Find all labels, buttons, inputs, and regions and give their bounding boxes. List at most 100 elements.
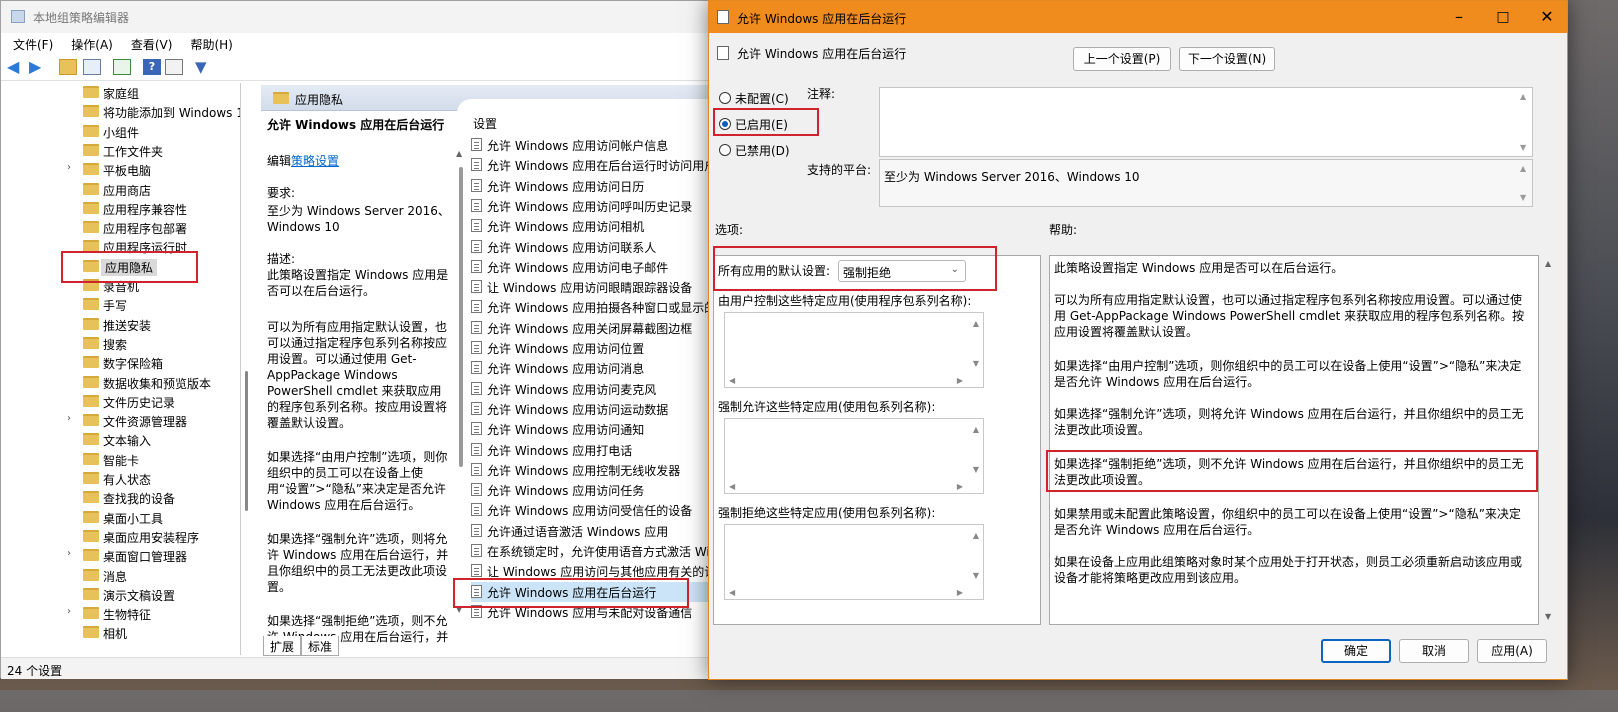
chevron-right-icon[interactable]: › (67, 162, 71, 173)
list2-scroll-right-icon[interactable]: ▶ (957, 482, 963, 491)
radio-disabled-label[interactable]: 已禁用(D) (735, 142, 790, 159)
tree-item[interactable]: 有人状态 (5, 469, 237, 488)
tree-item[interactable]: 数据收集和预览版本 (5, 373, 237, 392)
previous-setting-button[interactable]: 上一个设置(P) (1073, 47, 1171, 71)
tree-item[interactable]: 桌面小工具 (5, 508, 237, 527)
forward-arrow-icon[interactable]: ▶ (29, 59, 47, 75)
cancel-button[interactable]: 取消 (1399, 639, 1469, 663)
radio-not-configured-label[interactable]: 未配置(C) (735, 90, 789, 107)
list3-scroll-right-icon[interactable]: ▶ (957, 588, 963, 597)
tree-item[interactable]: 小组件 (5, 122, 237, 141)
scroll-up-icon[interactable]: ▲ (456, 149, 462, 158)
list2-scroll-left-icon[interactable]: ◀ (729, 482, 735, 491)
list3-scroll-left-icon[interactable]: ◀ (729, 588, 735, 597)
setting-label: 允许 Windows 应用访问相机 (487, 220, 645, 235)
back-arrow-icon[interactable]: ◀ (7, 59, 25, 75)
help-scrollbar[interactable]: ▲ ▼ (1543, 257, 1555, 623)
list1-scroll-left-icon[interactable]: ◀ (729, 376, 735, 385)
list1-scroll-right-icon[interactable]: ▶ (957, 376, 963, 385)
platform-scroll-down-icon[interactable]: ▼ (1520, 193, 1530, 202)
tree-item[interactable]: › 生物特征 (5, 604, 237, 623)
scroll-thumb[interactable] (459, 167, 463, 467)
folder-icon (83, 549, 99, 562)
tree-item[interactable]: 桌面应用安装程序 (5, 527, 237, 546)
list2-scroll-up-icon[interactable]: ▲ (973, 425, 979, 434)
list3-scroll-up-icon[interactable]: ▲ (973, 531, 979, 540)
platform-label: 支持的平台: (807, 163, 872, 177)
user-control-list[interactable]: ▲ ▼ ◀ ▶ (724, 312, 984, 388)
tree-item[interactable]: 智能卡 (5, 450, 237, 469)
comment-scroll-down-icon[interactable]: ▼ (1520, 143, 1530, 152)
force-allow-list[interactable]: ▲ ▼ ◀ ▶ (724, 418, 984, 494)
comment-field[interactable]: ▲ ▼ (879, 87, 1533, 157)
menu-view[interactable]: 查看(V) (119, 33, 179, 55)
tree-item[interactable]: 查找我的设备 (5, 488, 237, 507)
minimize-icon[interactable]: – (1449, 7, 1469, 27)
folder-icon (83, 472, 99, 484)
dialog-titlebar: 允许 Windows 应用在后台运行 – □ ✕ (709, 1, 1567, 33)
settings-column-header[interactable]: 设置 (473, 115, 497, 132)
tree-item[interactable]: 文本输入 (5, 430, 237, 449)
tree-item[interactable]: 相机 (5, 623, 237, 642)
ok-button[interactable]: 确定 (1321, 639, 1391, 663)
tab-standard[interactable]: 标准 (301, 636, 340, 656)
filter-icon[interactable]: ▼ (195, 59, 213, 75)
tree-item[interactable]: 应用商店 (5, 180, 237, 199)
setting-label: 允许 Windows 应用访问消息 (487, 362, 645, 377)
platform-value: 至少为 Windows Server 2016、Windows 10 (884, 170, 1140, 184)
comment-scroll-up-icon[interactable]: ▲ (1520, 92, 1530, 101)
help-scroll-down-icon[interactable]: ▼ (1545, 612, 1551, 621)
list3-scroll-down-icon[interactable]: ▼ (973, 571, 979, 580)
policy-setting-icon (471, 544, 482, 557)
tree-item[interactable]: 文件历史记录 (5, 392, 237, 411)
list1-scroll-up-icon[interactable]: ▲ (973, 319, 979, 328)
chevron-right-icon[interactable]: › (67, 606, 71, 617)
tree-item[interactable]: › 平板电脑 (5, 160, 237, 179)
policy-setting-icon (471, 422, 482, 436)
tree-scrollbar[interactable] (245, 371, 248, 511)
tree-item[interactable]: › 文件资源管理器 (5, 411, 237, 430)
tab-extended[interactable]: 扩展 (263, 636, 302, 656)
folder-icon (273, 92, 289, 104)
policy-setting-icon (471, 341, 482, 354)
menu-help[interactable]: 帮助(H) (178, 33, 238, 55)
menu-action[interactable]: 操作(A) (59, 33, 119, 55)
radio-not-configured[interactable] (719, 92, 731, 104)
tree-item[interactable]: 数字保险箱 (5, 353, 237, 372)
edit-policy-link[interactable]: 策略设置 (291, 154, 339, 168)
tree-item-label: 搜索 (103, 337, 128, 352)
apply-button[interactable]: 应用(A) (1477, 639, 1547, 663)
tree-item[interactable]: 工作文件夹 (5, 141, 237, 160)
tree-item[interactable]: 搜索 (5, 334, 237, 353)
tree-item[interactable]: 应用程序包部署 (5, 218, 237, 237)
tree-item[interactable]: › 桌面窗口管理器 (5, 546, 237, 565)
export-list-icon[interactable] (113, 59, 131, 75)
tree-item[interactable]: 消息 (5, 566, 237, 585)
up-folder-icon[interactable] (59, 59, 77, 75)
properties-icon[interactable] (165, 59, 183, 75)
chevron-right-icon[interactable]: › (67, 413, 71, 424)
list1-scroll-down-icon[interactable]: ▼ (973, 359, 979, 368)
tree-item[interactable]: 应用程序兼容性 (5, 199, 237, 218)
help-icon[interactable]: ? (143, 59, 161, 75)
show-hide-tree-icon[interactable] (83, 59, 101, 75)
tree-item[interactable]: 演示文稿设置 (5, 585, 237, 604)
tree-item[interactable]: 家庭组 (5, 83, 237, 102)
tree-item-label: 工作文件夹 (103, 144, 164, 159)
radio-disabled[interactable] (719, 144, 731, 156)
comment-label: 注释: (807, 87, 836, 101)
menu-file[interactable]: 文件(F) (1, 33, 59, 55)
close-icon[interactable]: ✕ (1537, 7, 1557, 27)
chevron-right-icon[interactable]: › (67, 548, 71, 559)
tree-item[interactable]: 将功能添加到 Windows 1 (5, 102, 240, 121)
help-scroll-up-icon[interactable]: ▲ (1545, 259, 1551, 268)
next-setting-button[interactable]: 下一个设置(N) (1179, 47, 1275, 71)
platform-scroll-up-icon[interactable]: ▲ (1520, 164, 1530, 173)
tree-item[interactable]: 推送安装 (5, 315, 237, 334)
tree-item[interactable]: 手写 (5, 295, 237, 314)
list2-scroll-down-icon[interactable]: ▼ (973, 465, 979, 474)
desc-desc-text: 此策略设置指定 Windows 应用是否可以在后台运行。 (267, 268, 449, 298)
maximize-icon[interactable]: □ (1493, 7, 1513, 27)
force-deny-list[interactable]: ▲ ▼ ◀ ▶ (724, 524, 984, 600)
settings-list-scrollbar[interactable]: ▲ ▼ (456, 133, 466, 623)
